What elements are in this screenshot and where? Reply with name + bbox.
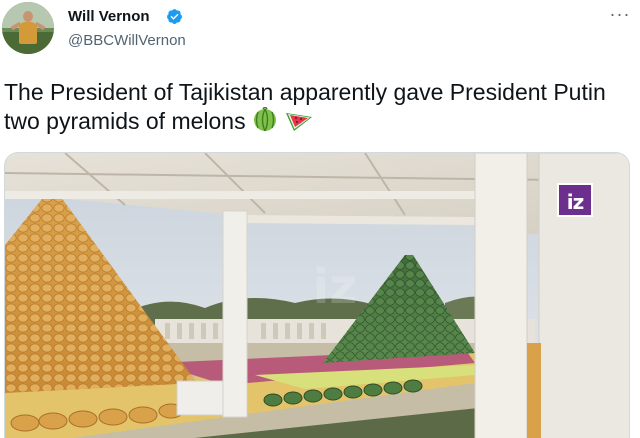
verified-badge-icon (167, 9, 182, 24)
svg-text:iz: iz (313, 259, 357, 315)
tweet-media-video[interactable]: iz (4, 152, 630, 438)
author-handle[interactable]: @BBCWillVernon (68, 32, 186, 49)
tweet-text: The President of Tajikistan apparently g… (4, 78, 634, 136)
melon-emoji-icon (253, 107, 276, 132)
channel-logo: iz (557, 183, 593, 217)
more-options-icon[interactable]: ··· (606, 4, 634, 24)
watermelon-emoji-icon (285, 113, 312, 131)
author-name[interactable]: Will Vernon (68, 8, 150, 25)
video-frame: iz (5, 153, 629, 438)
avatar[interactable] (2, 2, 54, 54)
tweet[interactable]: Will Vernon @BBCWillVernon ··· The Presi… (0, 0, 640, 438)
